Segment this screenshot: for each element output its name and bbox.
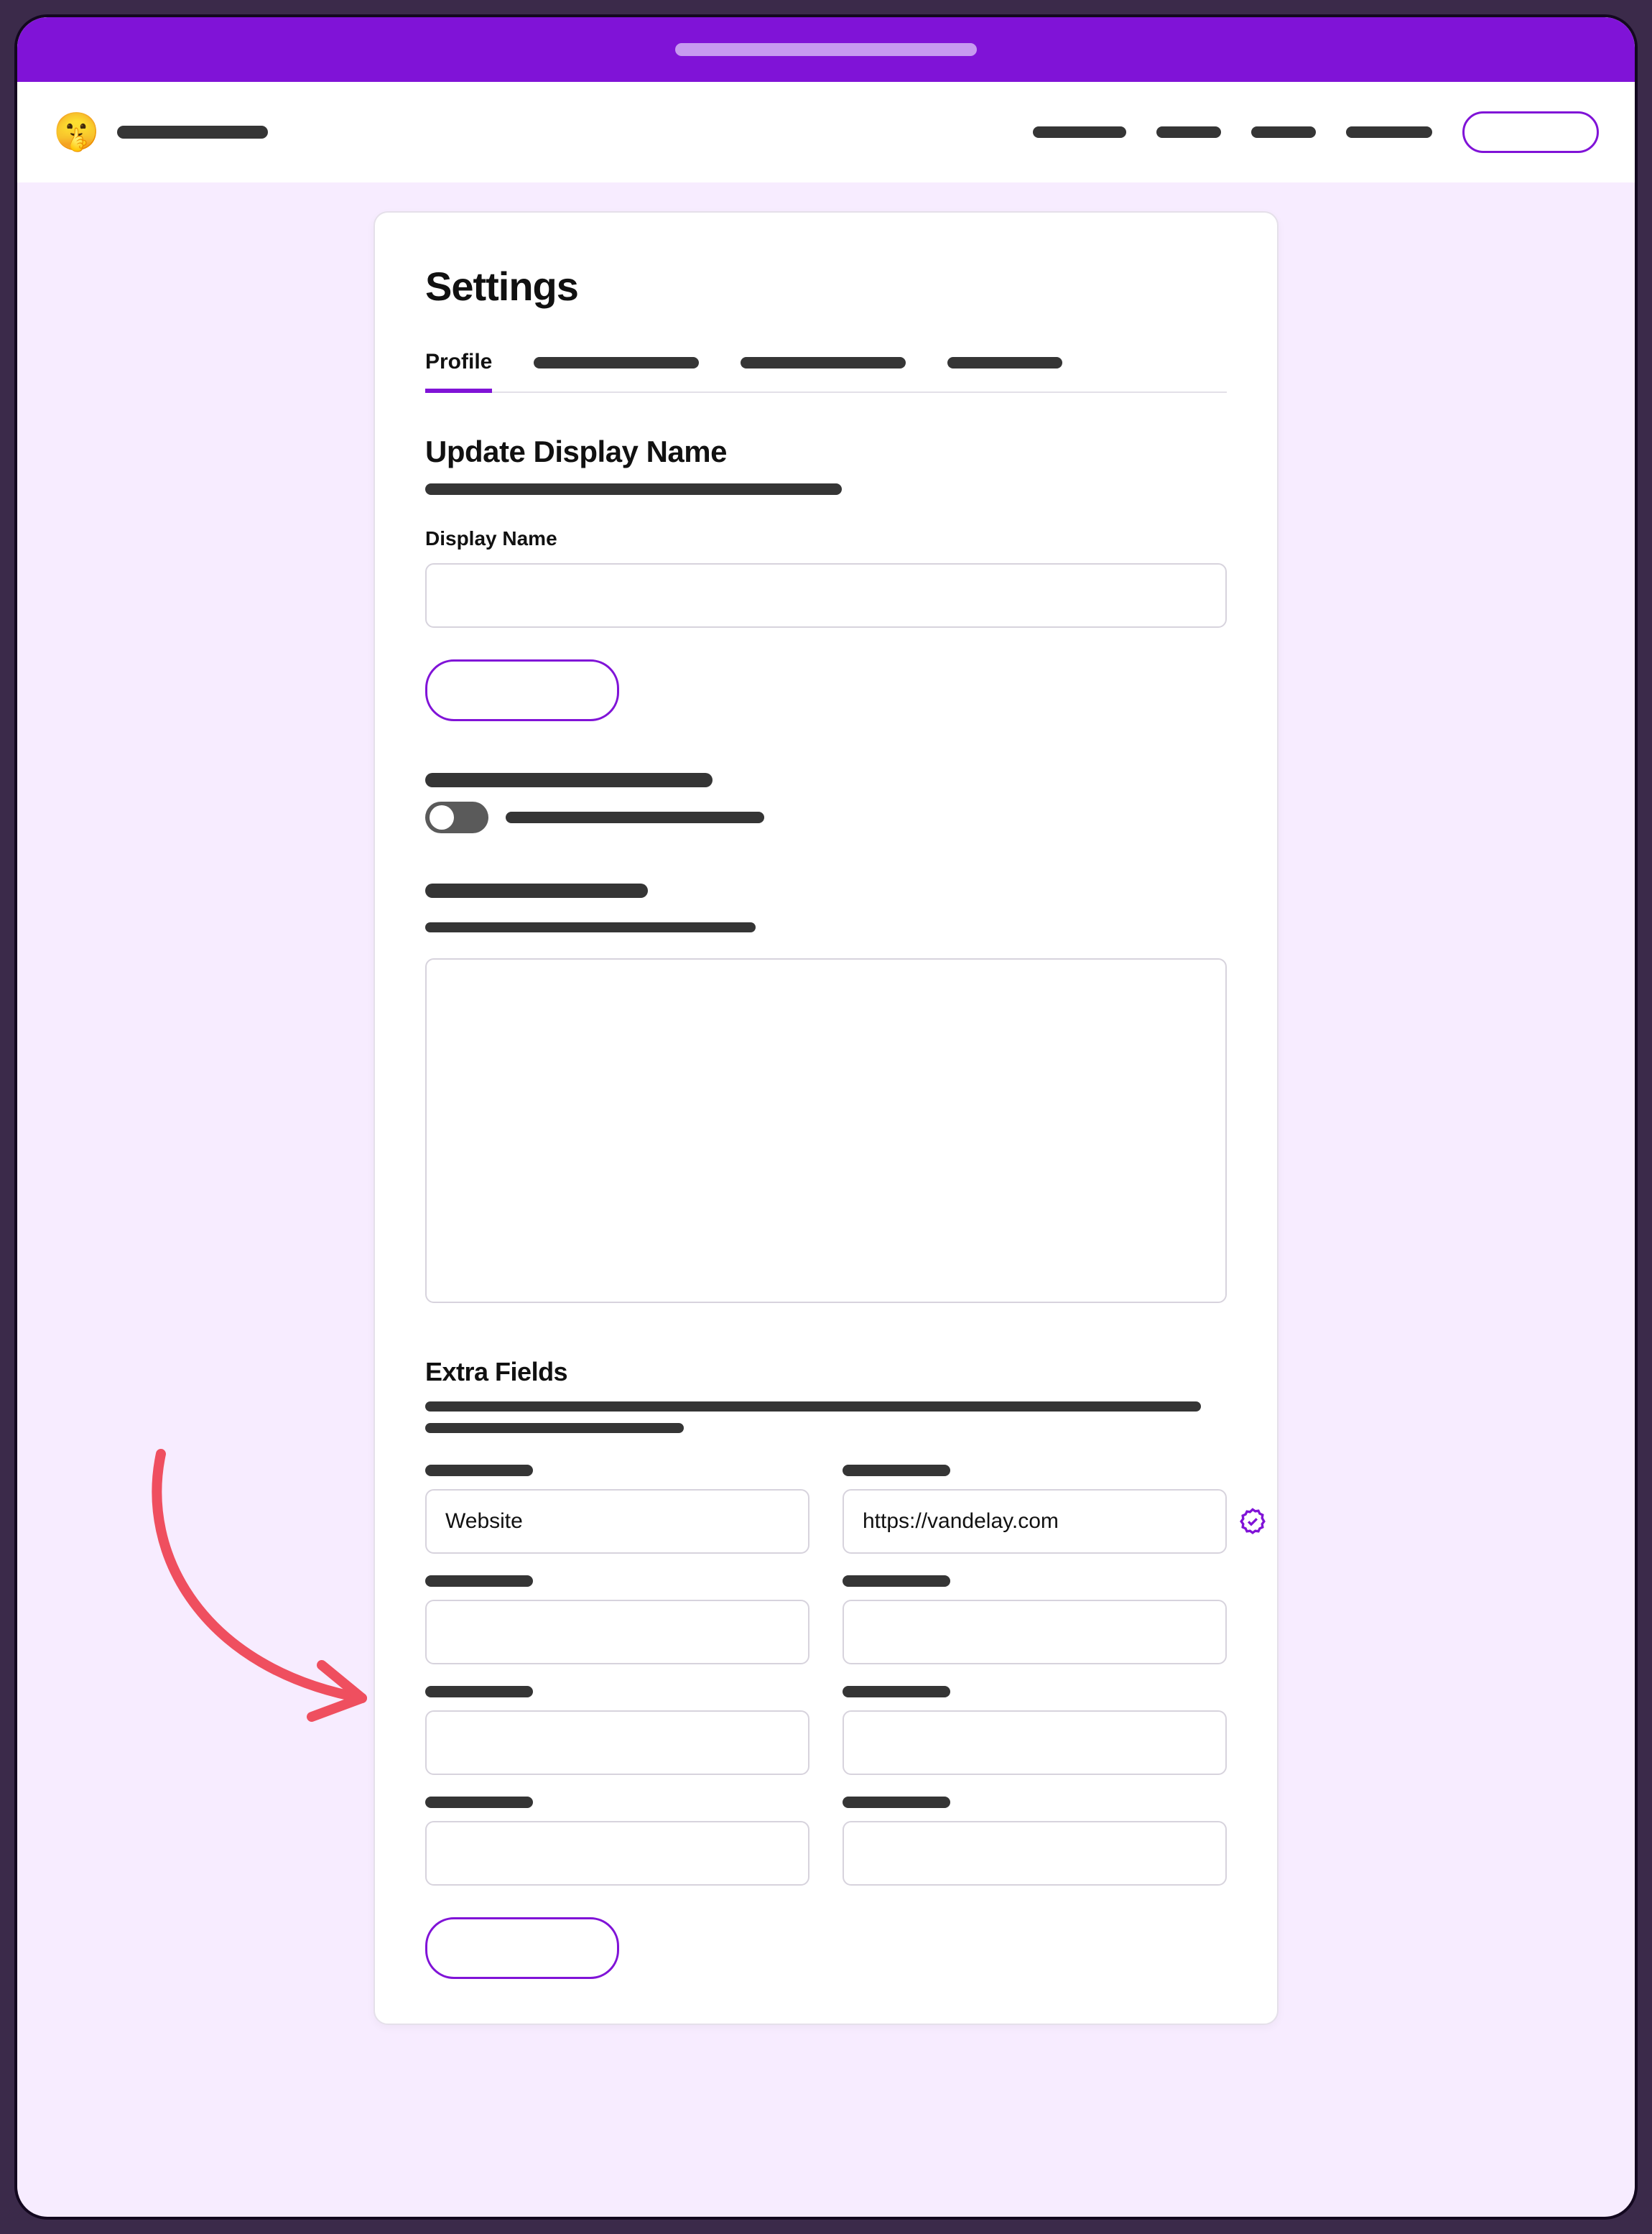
header-cta-button[interactable] [1462,111,1599,153]
nav-item-2[interactable] [1156,126,1221,138]
display-name-label: Display Name [425,527,1227,550]
app-header: 🤫 [17,82,1635,182]
extra-field-name-label-1 [425,1465,533,1476]
extra-field-name-input-1[interactable] [425,1489,809,1554]
nav-item-1[interactable] [1033,126,1126,138]
toggle-knob-icon [430,805,454,830]
page-title: Settings [425,263,1227,310]
extra-field-value-3 [843,1686,1227,1775]
device-frame: 🤫 Settings Profile Update Display Name D… [14,14,1638,2220]
toggle-label [506,812,764,823]
extra-field-value-input-1[interactable] [843,1489,1227,1554]
extra-field-value-4 [843,1797,1227,1886]
header-brand[interactable]: 🤫 [53,113,268,151]
extra-fields-grid [425,1465,1227,1886]
section-2-heading [425,773,713,787]
save-display-name-button[interactable] [425,659,619,721]
device-statusbar [17,17,1635,82]
brand-name [117,126,268,139]
tab-2[interactable] [534,344,699,393]
tab-3[interactable] [741,344,906,393]
section-extra-fields-heading: Extra Fields [425,1357,1227,1387]
section-display-name-desc [425,483,842,495]
extra-field-name-label-4 [425,1797,533,1808]
extra-field-value-label-3 [843,1686,950,1697]
extra-field-name-input-4[interactable] [425,1821,809,1886]
extra-field-name-3 [425,1686,809,1775]
settings-tabs: Profile [425,344,1227,393]
section-3-desc [425,922,756,932]
extra-field-name-label-2 [425,1575,533,1587]
extra-field-name-input-2[interactable] [425,1600,809,1664]
extra-fields-desc-line1 [425,1401,1201,1412]
logo-emoji-icon: 🤫 [53,113,100,151]
extra-field-value-input-3[interactable] [843,1710,1227,1775]
page-content: Settings Profile Update Display Name Dis… [17,182,1635,2025]
bio-textarea[interactable] [425,958,1227,1303]
extra-field-value-label-4 [843,1797,950,1808]
nav-item-3[interactable] [1251,126,1316,138]
extra-field-value-1 [843,1465,1227,1554]
extra-field-name-label-3 [425,1686,533,1697]
display-name-input[interactable] [425,563,1227,628]
extra-field-value-2 [843,1575,1227,1664]
extra-field-value-label-1 [843,1465,950,1476]
header-nav [1033,111,1599,153]
extra-field-name-4 [425,1797,809,1886]
verified-badge-icon [1238,1507,1267,1536]
extra-field-name-1 [425,1465,809,1554]
extra-field-name-2 [425,1575,809,1664]
extra-field-value-input-4[interactable] [843,1821,1227,1886]
tab-profile[interactable]: Profile [425,344,492,393]
tab-4[interactable] [947,344,1062,393]
visibility-toggle[interactable] [425,802,488,833]
extra-field-value-input-2[interactable] [843,1600,1227,1664]
section-display-name-heading: Update Display Name [425,435,1227,469]
settings-card: Settings Profile Update Display Name Dis… [373,211,1279,2025]
section-3-heading [425,884,648,898]
extra-field-value-label-2 [843,1575,950,1587]
extra-field-name-input-3[interactable] [425,1710,809,1775]
nav-item-4[interactable] [1346,126,1432,138]
save-extra-fields-button[interactable] [425,1917,619,1979]
device-notch [675,43,977,56]
extra-fields-desc-line2 [425,1423,684,1433]
